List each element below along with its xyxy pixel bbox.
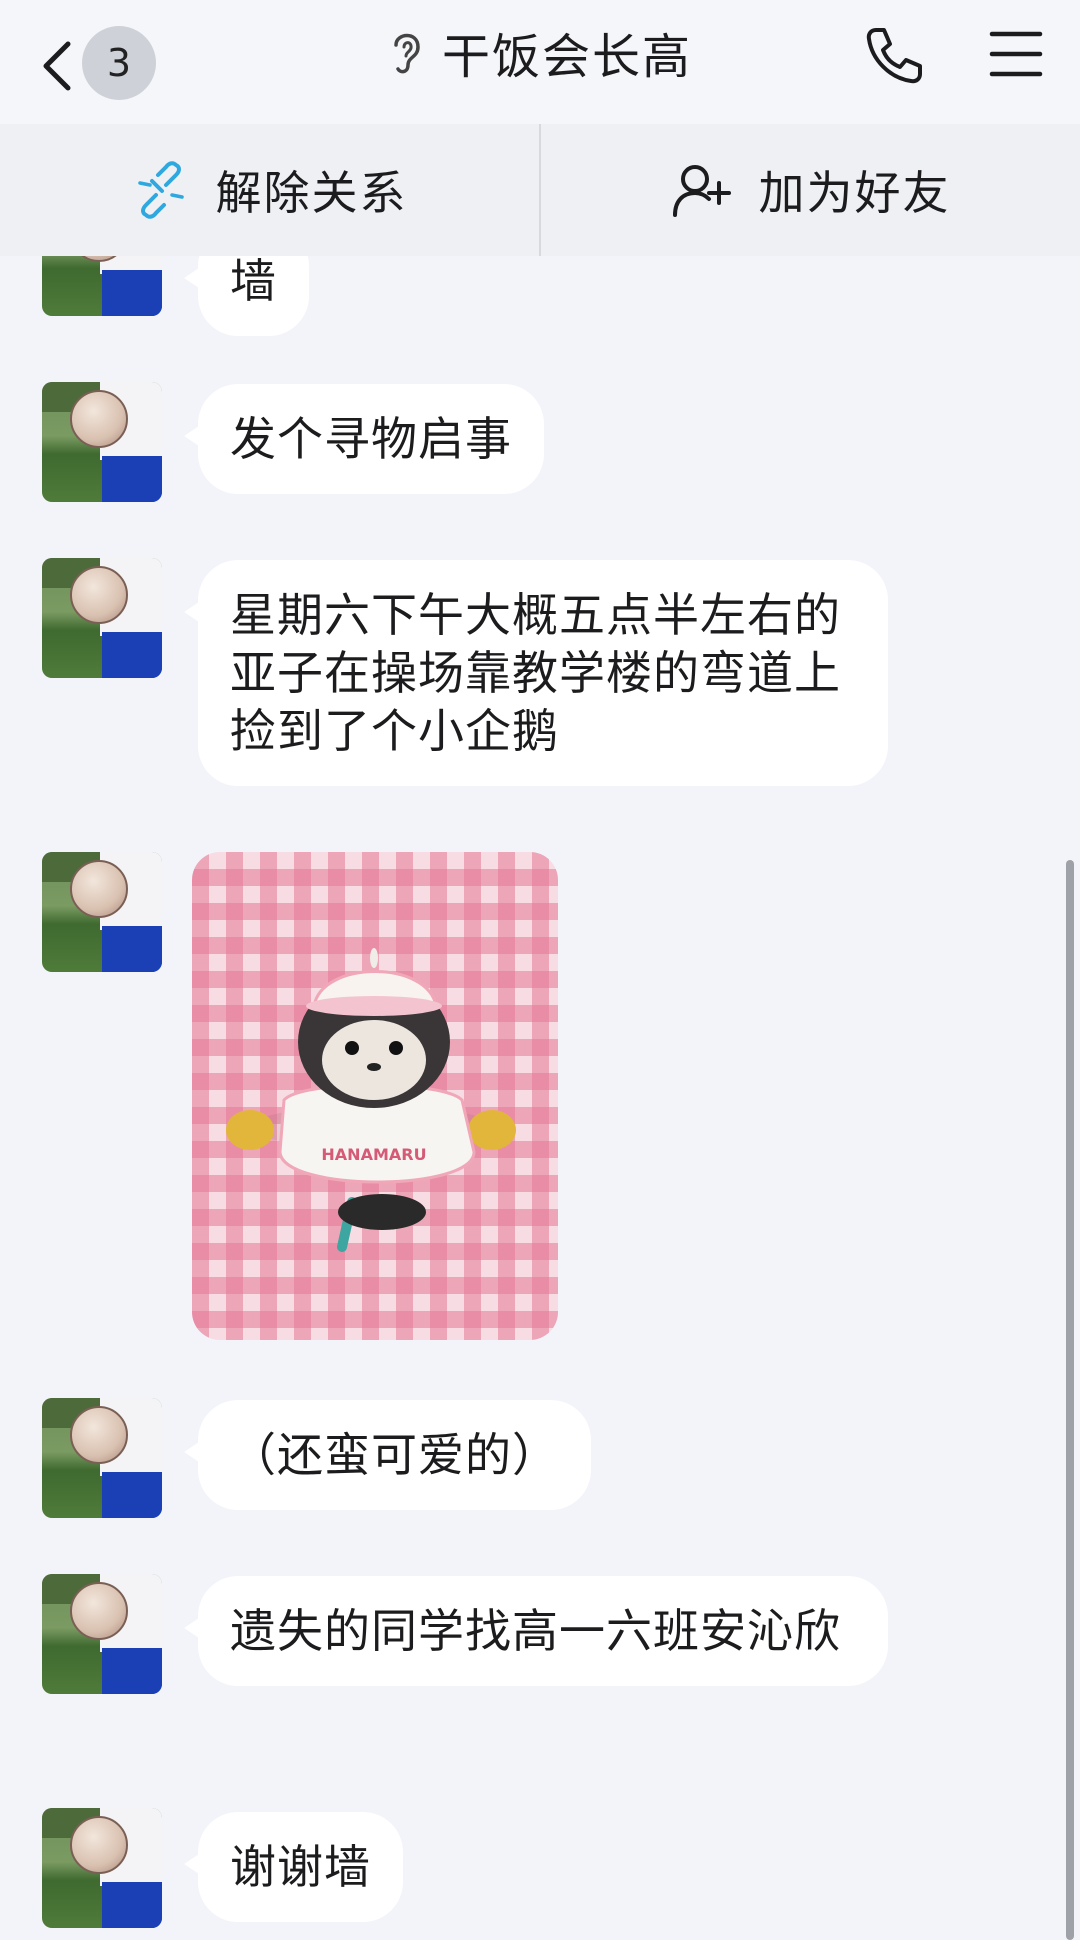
unlink-relationship-button[interactable]: 解除关系 xyxy=(0,124,539,256)
message-text: 墙 xyxy=(230,256,277,308)
message-bubble[interactable]: 墙 xyxy=(184,256,309,336)
message-text: 谢谢墙 xyxy=(230,1840,371,1894)
penguin-plush-photo[interactable]: HANAMARU xyxy=(192,852,558,1340)
top-navigation-bar: 3 干饭会长高 xyxy=(0,0,1080,124)
message-list[interactable]: 墙 发个寻物启事 星期六下午大概五点半左右的亚子在操场靠教学楼的弯道上捡到了个小… xyxy=(0,256,1080,1940)
ear-icon xyxy=(394,33,420,74)
message-text: 星期六下午大概五点半左右的亚子在操场靠教学楼的弯道上捡到了个小企鹅 xyxy=(230,588,841,758)
message-text: 遗失的同学找高一六班安沁欣 xyxy=(230,1604,841,1658)
unlink-relationship-label: 解除关系 xyxy=(215,166,408,220)
chat-scrollbar[interactable] xyxy=(1066,860,1074,1940)
chat-title: 干饭会长高 xyxy=(441,29,692,85)
message-bubble[interactable]: （还蛮可爱的） xyxy=(184,1400,591,1510)
phone-icon xyxy=(866,28,922,84)
message-bubble[interactable]: 发个寻物启事 xyxy=(184,384,544,494)
hamburger-menu-icon xyxy=(989,31,1043,77)
sender-avatar[interactable] xyxy=(42,1398,162,1518)
sender-avatar[interactable] xyxy=(42,852,162,972)
message-bubble[interactable]: 谢谢墙 xyxy=(184,1812,403,1922)
voice-call-button[interactable] xyxy=(862,24,926,88)
more-menu-button[interactable] xyxy=(988,26,1044,82)
message-bubble[interactable]: 遗失的同学找高一六班安沁欣 xyxy=(184,1576,888,1686)
message-text: （还蛮可爱的） xyxy=(230,1428,559,1482)
message-text: 发个寻物启事 xyxy=(230,412,512,466)
sender-avatar[interactable] xyxy=(42,1574,162,1694)
add-friend-button[interactable]: 加为好友 xyxy=(541,124,1080,256)
chat-screen: 3 干饭会长高 解除关系 加为好友 墙 发个寻物启事 星期六下午大概五点半左右的… xyxy=(0,0,1080,1940)
add-user-icon xyxy=(672,165,731,217)
sender-avatar[interactable] xyxy=(42,558,162,678)
unlink-icon xyxy=(137,161,184,219)
sender-avatar[interactable] xyxy=(42,382,162,502)
penguin-plush-illustration: HANAMARU xyxy=(226,948,516,1252)
relationship-action-bar: 解除关系 加为好友 xyxy=(0,124,1080,256)
sender-avatar[interactable] xyxy=(42,1808,162,1928)
message-bubble[interactable]: 星期六下午大概五点半左右的亚子在操场靠教学楼的弯道上捡到了个小企鹅 xyxy=(184,560,888,786)
add-friend-label: 加为好友 xyxy=(758,166,951,220)
sender-avatar[interactable] xyxy=(42,256,162,316)
plush-shirt-text: HANAMARU xyxy=(321,1145,426,1164)
